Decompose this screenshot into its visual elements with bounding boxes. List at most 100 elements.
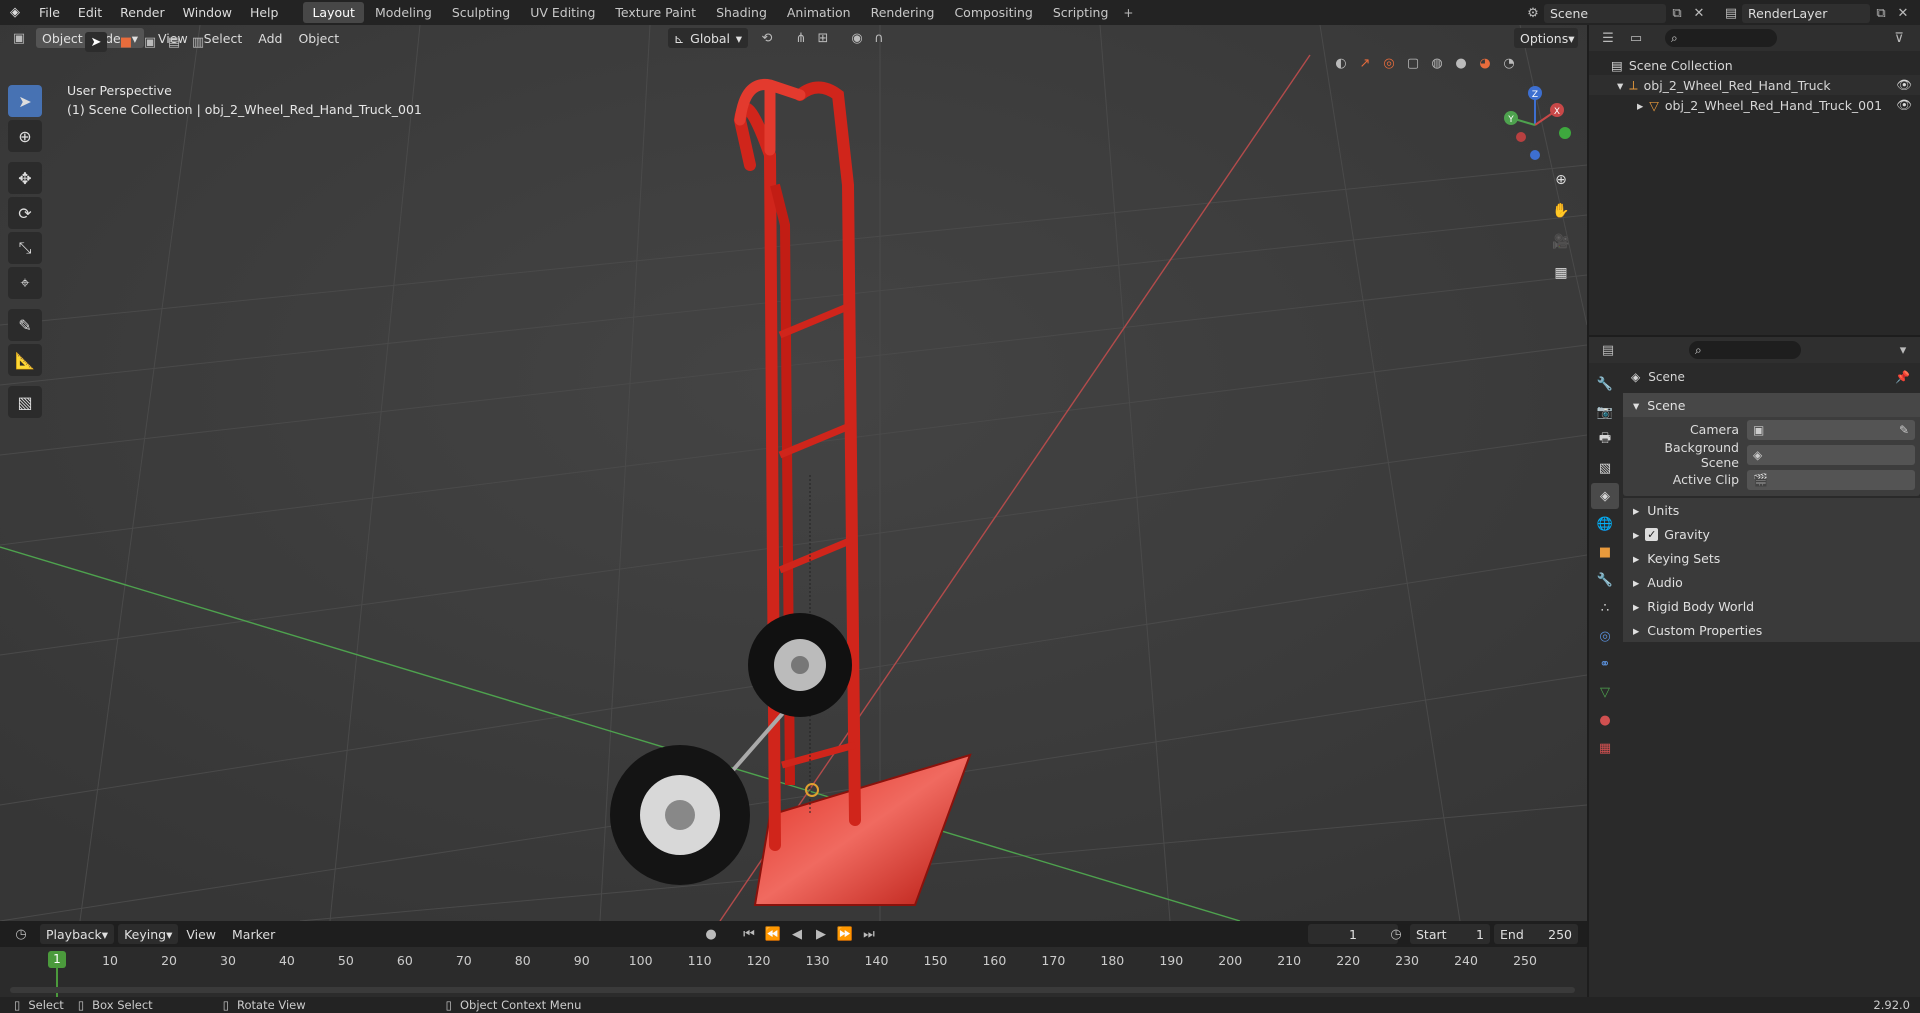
tab-shading[interactable]: Shading xyxy=(707,2,776,23)
navigation-gizmo[interactable]: Z X Y xyxy=(1495,85,1575,165)
menu-add[interactable]: Add xyxy=(250,31,290,46)
tab-animation[interactable]: Animation xyxy=(778,2,860,23)
timeline-marker-menu[interactable]: Marker xyxy=(224,927,283,942)
view-layer-tab-icon[interactable]: ▧ xyxy=(1591,455,1619,481)
select-subtract-icon[interactable]: ▤ xyxy=(163,32,185,52)
outliner-search-input[interactable]: ⌕ xyxy=(1665,29,1777,47)
rotate-tool[interactable]: ⟳ xyxy=(8,197,42,229)
tab-modeling[interactable]: Modeling xyxy=(366,2,441,23)
ortho-grid-icon[interactable]: ▦ xyxy=(1548,260,1574,286)
play-icon[interactable]: ▶ xyxy=(810,924,832,944)
menu-edit[interactable]: Edit xyxy=(69,0,111,25)
expand-arrow-icon[interactable]: ▾ xyxy=(1617,78,1623,93)
select-extend-icon[interactable]: ▣ xyxy=(139,32,161,52)
background-scene-field[interactable]: ◈ xyxy=(1747,444,1915,465)
menu-object[interactable]: Object xyxy=(290,31,347,46)
tool-tab-icon[interactable]: 🔧 xyxy=(1591,371,1619,397)
jump-start-icon[interactable]: ⏮ xyxy=(738,924,760,944)
transform-orientation-dropdown[interactable]: ⊾ Global ▾ xyxy=(668,28,748,48)
jump-end-icon[interactable]: ⏭ xyxy=(858,924,880,944)
eyedropper-icon[interactable]: ✎ xyxy=(1899,423,1909,437)
texture-tab-icon[interactable]: ▦ xyxy=(1591,735,1619,761)
playhead[interactable]: 1 xyxy=(48,951,66,968)
proportional-edit-icon[interactable]: ◉ xyxy=(846,28,868,48)
rigid-body-world-subpanel[interactable]: ▸ Rigid Body World xyxy=(1623,594,1920,618)
3d-viewport[interactable]: ▣ Object Mode ▾ View Select Add Object ⊾… xyxy=(0,25,1587,921)
select-intersect-icon[interactable]: ▥ xyxy=(187,32,209,52)
zoom-icon[interactable]: ⊕ xyxy=(1548,167,1574,193)
delete-view-layer-icon[interactable]: ✕ xyxy=(1892,3,1914,23)
tab-rendering[interactable]: Rendering xyxy=(862,2,944,23)
render-tab-icon[interactable]: 📷 xyxy=(1591,399,1619,425)
tab-uv-editing[interactable]: UV Editing xyxy=(521,2,604,23)
scene-name-field[interactable]: Scene xyxy=(1544,3,1666,23)
data-tab-icon[interactable]: ▽ xyxy=(1591,679,1619,705)
gizmo-toggle-icon[interactable]: ↗ xyxy=(1354,53,1376,73)
world-tab-icon[interactable]: 🌐 xyxy=(1591,511,1619,537)
falloff-icon[interactable]: ∩ xyxy=(868,28,890,48)
preview-range-icon[interactable]: ◷ xyxy=(1385,924,1407,944)
overlay-toggle-icon[interactable]: ◎ xyxy=(1378,53,1400,73)
view-layer-name-field[interactable]: RenderLayer xyxy=(1742,3,1870,23)
blender-logo-icon[interactable]: ◈ xyxy=(0,3,30,23)
snap-icon[interactable]: ⋔ xyxy=(790,28,812,48)
timeline-editor-icon[interactable]: ◷ xyxy=(10,924,32,944)
snap-target-icon[interactable]: ⊞ xyxy=(812,28,834,48)
xray-icon[interactable]: ▢ xyxy=(1402,53,1424,73)
new-scene-icon[interactable]: ⧉ xyxy=(1666,3,1688,23)
annotate-tool[interactable]: ✎ xyxy=(8,309,42,341)
delete-scene-icon[interactable]: ✕ xyxy=(1688,3,1710,23)
tweak-cursor-icon[interactable]: ➤ xyxy=(85,32,107,52)
outliner-editor-icon[interactable]: ☰ xyxy=(1597,28,1619,48)
record-icon[interactable]: ● xyxy=(700,924,722,944)
tab-compositing[interactable]: Compositing xyxy=(945,2,1041,23)
audio-subpanel[interactable]: ▸ Audio xyxy=(1623,570,1920,594)
new-view-layer-icon[interactable]: ⧉ xyxy=(1870,3,1892,23)
constraints-tab-icon[interactable]: ⚭ xyxy=(1591,651,1619,677)
menu-file[interactable]: File xyxy=(30,0,69,25)
properties-editor-icon[interactable]: ▤ xyxy=(1597,340,1619,360)
object-tab-icon[interactable]: ■ xyxy=(1591,539,1619,565)
play-reverse-icon[interactable]: ◀ xyxy=(786,924,808,944)
prev-keyframe-icon[interactable]: ⏪ xyxy=(762,924,784,944)
select-new-icon[interactable]: ■ xyxy=(115,32,137,52)
view-layer-icon[interactable]: ▤ xyxy=(1720,3,1742,23)
scene-tab-icon[interactable]: ◈ xyxy=(1591,483,1619,509)
keying-dropdown[interactable]: Keying ▾ xyxy=(118,924,179,944)
scale-tool[interactable]: ⤡ xyxy=(8,232,42,264)
tab-layout[interactable]: Layout xyxy=(303,2,364,23)
modifier-tab-icon[interactable]: 🔧 xyxy=(1591,567,1619,593)
end-frame-field[interactable]: End 250 xyxy=(1494,924,1578,944)
add-cube-tool[interactable]: ▧ xyxy=(8,386,42,418)
editor-type-icon[interactable]: ▣ xyxy=(8,28,30,48)
select-box-tool[interactable]: ➤ xyxy=(8,85,42,117)
cursor-tool[interactable]: ⊕ xyxy=(8,120,42,152)
particles-tab-icon[interactable]: ∴ xyxy=(1591,595,1619,621)
properties-search-input[interactable]: ⌕ xyxy=(1689,341,1801,359)
solid-shading-icon[interactable]: ● xyxy=(1450,53,1472,73)
start-frame-field[interactable]: Start 1 xyxy=(1410,924,1490,944)
eye-icon[interactable]: 👁 xyxy=(1896,97,1912,113)
menu-render[interactable]: Render xyxy=(111,0,174,25)
gravity-checkbox[interactable]: ✓ xyxy=(1645,527,1659,541)
pin-icon[interactable]: 📌 xyxy=(1895,370,1910,384)
playback-dropdown[interactable]: Playback ▾ xyxy=(40,924,115,944)
camera-field[interactable]: ▣ ✎ xyxy=(1747,419,1915,440)
tab-texture-paint[interactable]: Texture Paint xyxy=(606,2,705,23)
physics-tab-icon[interactable]: ◎ xyxy=(1591,623,1619,649)
menu-window[interactable]: Window xyxy=(174,0,241,25)
camera-view-icon[interactable]: 🎥 xyxy=(1548,229,1574,255)
menu-help[interactable]: Help xyxy=(241,0,288,25)
move-tool[interactable]: ✥ xyxy=(8,162,42,194)
pivot-point-icon[interactable]: ⟲ xyxy=(756,28,778,48)
visibility-icon[interactable]: ◐ xyxy=(1330,53,1352,73)
eye-icon[interactable]: 👁 xyxy=(1896,77,1912,93)
add-workspace-icon[interactable]: + xyxy=(1119,6,1137,20)
material-tab-icon[interactable]: ● xyxy=(1591,707,1619,733)
scene-panel-header[interactable]: ▾ Scene xyxy=(1623,393,1920,417)
display-mode-icon[interactable]: ▭ xyxy=(1625,28,1647,48)
transform-tool[interactable]: ⌖ xyxy=(8,267,42,299)
material-preview-icon[interactable]: ◕ xyxy=(1474,53,1496,73)
units-subpanel[interactable]: ▸ Units xyxy=(1623,498,1920,522)
expand-arrow-icon[interactable]: ▸ xyxy=(1637,98,1643,113)
